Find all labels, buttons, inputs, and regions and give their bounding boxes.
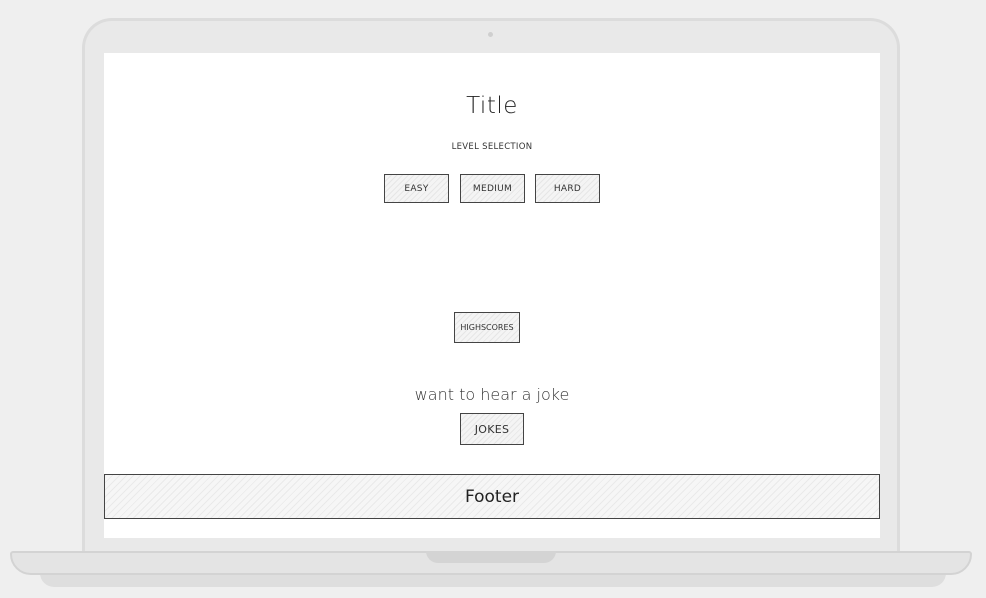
jokes-button[interactable]: JOKES xyxy=(460,413,524,445)
joke-prompt: want to hear a joke xyxy=(414,385,570,404)
hard-button[interactable]: HARD xyxy=(535,174,600,203)
camera-icon xyxy=(488,32,493,37)
footer: Footer xyxy=(104,474,880,519)
highscores-button[interactable]: HIGHSCORES xyxy=(454,312,520,343)
app-screen: Title LEVEL SELECTION EASY MEDIUM HARD H… xyxy=(104,53,880,538)
medium-button[interactable]: MEDIUM xyxy=(460,174,525,203)
page-title: Title xyxy=(466,93,518,119)
laptop-mockup: Title LEVEL SELECTION EASY MEDIUM HARD H… xyxy=(0,0,986,598)
laptop-notch xyxy=(426,551,556,563)
easy-button[interactable]: EASY xyxy=(384,174,449,203)
laptop-base-shadow xyxy=(40,573,946,587)
footer-label: Footer xyxy=(464,486,520,507)
level-selection-label: LEVEL SELECTION xyxy=(451,142,533,152)
